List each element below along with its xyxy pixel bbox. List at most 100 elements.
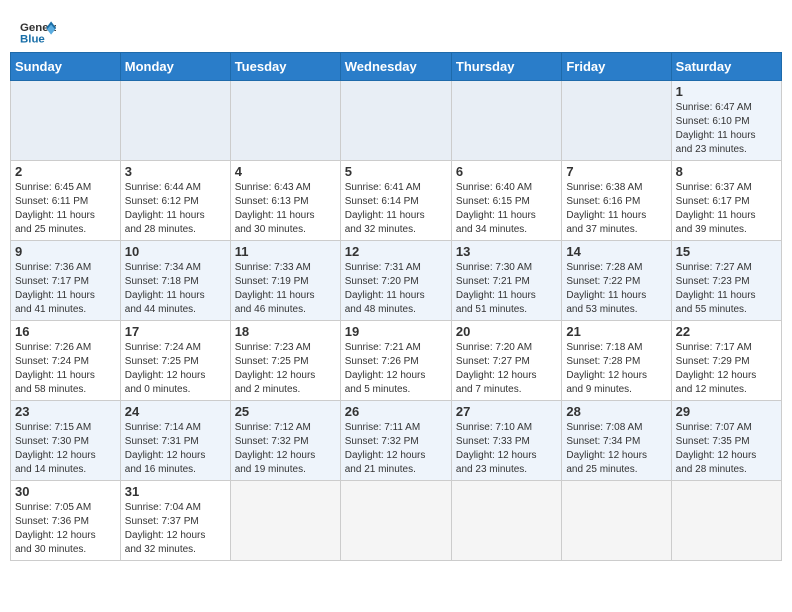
calendar-cell: 13 Sunrise: 7:30 AM Sunset: 7:21 PM Dayli… <box>451 241 561 321</box>
calendar-cell: 29Sunrise: 7:07 AM Sunset: 7:35 PM Dayli… <box>671 401 781 481</box>
calendar-cell: 3 Sunrise: 6:44 AM Sunset: 6:12 PM Daylig… <box>120 161 230 241</box>
day-number: 22 <box>676 324 777 339</box>
day-info: Sunrise: 7:04 AM Sunset: 7:37 PM Dayligh… <box>125 501 226 557</box>
day-info: Sunrise: 7:23 AM Sunset: 7:25 PM Dayligh… <box>235 341 336 397</box>
calendar-cell: 18 Sunrise: 7:23 AM Sunset: 7:25 PM Dayli… <box>230 321 340 401</box>
day-info: Sunrise: 7:21 AM Sunset: 7:26 PM Dayligh… <box>345 341 447 397</box>
calendar-cell <box>120 81 230 161</box>
day-info: Sunrise: 6:45 AM Sunset: 6:11 PM Dayligh… <box>15 181 116 237</box>
day-number: 6 <box>456 164 557 179</box>
day-info: Sunrise: 6:41 AM Sunset: 6:14 PM Dayligh… <box>345 181 447 237</box>
calendar-header-row: SundayMondayTuesdayWednesdayThursdayFrid… <box>11 53 782 81</box>
calendar-cell: 1Sunrise: 6:47 AM Sunset: 6:10 PM Daylig… <box>671 81 781 161</box>
day-info: Sunrise: 7:27 AM Sunset: 7:23 PM Dayligh… <box>676 261 777 317</box>
calendar-cell <box>11 81 121 161</box>
logo-icon: General Blue <box>20 18 56 46</box>
calendar-cell: 23Sunrise: 7:15 AM Sunset: 7:30 PM Dayli… <box>11 401 121 481</box>
day-info: Sunrise: 7:17 AM Sunset: 7:29 PM Dayligh… <box>676 341 777 397</box>
day-number: 29 <box>676 404 777 419</box>
calendar-cell: 26 Sunrise: 7:11 AM Sunset: 7:32 PM Dayli… <box>340 401 451 481</box>
calendar-week-row: 1Sunrise: 6:47 AM Sunset: 6:10 PM Daylig… <box>11 81 782 161</box>
day-number: 12 <box>345 244 447 259</box>
calendar-cell: 12 Sunrise: 7:31 AM Sunset: 7:20 PM Dayli… <box>340 241 451 321</box>
calendar-cell: 22 Sunrise: 7:17 AM Sunset: 7:29 PM Dayli… <box>671 321 781 401</box>
calendar-cell: 2 Sunrise: 6:45 AM Sunset: 6:11 PM Daylig… <box>11 161 121 241</box>
day-info: Sunrise: 6:38 AM Sunset: 6:16 PM Dayligh… <box>566 181 666 237</box>
day-info: Sunrise: 7:34 AM Sunset: 7:18 PM Dayligh… <box>125 261 226 317</box>
day-number: 11 <box>235 244 336 259</box>
calendar-cell: 28 Sunrise: 7:08 AM Sunset: 7:34 PM Dayli… <box>562 401 671 481</box>
calendar-cell <box>340 81 451 161</box>
calendar-cell: 15 Sunrise: 7:27 AM Sunset: 7:23 PM Dayli… <box>671 241 781 321</box>
day-info: Sunrise: 7:18 AM Sunset: 7:28 PM Dayligh… <box>566 341 666 397</box>
weekday-header-saturday: Saturday <box>671 53 781 81</box>
day-number: 16 <box>15 324 116 339</box>
svg-text:Blue: Blue <box>20 34 45 46</box>
weekday-header-friday: Friday <box>562 53 671 81</box>
day-info: Sunrise: 6:43 AM Sunset: 6:13 PM Dayligh… <box>235 181 336 237</box>
day-number: 21 <box>566 324 666 339</box>
day-info: Sunrise: 7:31 AM Sunset: 7:20 PM Dayligh… <box>345 261 447 317</box>
day-number: 28 <box>566 404 666 419</box>
day-info: Sunrise: 7:14 AM Sunset: 7:31 PM Dayligh… <box>125 421 226 477</box>
calendar-cell: 4Sunrise: 6:43 AM Sunset: 6:13 PM Daylig… <box>230 161 340 241</box>
calendar-cell: 9 Sunrise: 7:36 AM Sunset: 7:17 PM Daylig… <box>11 241 121 321</box>
day-number: 20 <box>456 324 557 339</box>
day-number: 2 <box>15 164 116 179</box>
calendar-cell <box>451 81 561 161</box>
day-number: 31 <box>125 484 226 499</box>
day-info: Sunrise: 7:10 AM Sunset: 7:33 PM Dayligh… <box>456 421 557 477</box>
calendar-cell <box>340 481 451 561</box>
day-info: Sunrise: 7:08 AM Sunset: 7:34 PM Dayligh… <box>566 421 666 477</box>
calendar-week-row: 9 Sunrise: 7:36 AM Sunset: 7:17 PM Daylig… <box>11 241 782 321</box>
day-info: Sunrise: 7:33 AM Sunset: 7:19 PM Dayligh… <box>235 261 336 317</box>
day-number: 3 <box>125 164 226 179</box>
day-number: 8 <box>676 164 777 179</box>
day-info: Sunrise: 7:24 AM Sunset: 7:25 PM Dayligh… <box>125 341 226 397</box>
calendar-cell: 14Sunrise: 7:28 AM Sunset: 7:22 PM Dayli… <box>562 241 671 321</box>
calendar-cell: 20Sunrise: 7:20 AM Sunset: 7:27 PM Dayli… <box>451 321 561 401</box>
day-info: Sunrise: 6:47 AM Sunset: 6:10 PM Dayligh… <box>676 101 777 157</box>
day-info: Sunrise: 6:44 AM Sunset: 6:12 PM Dayligh… <box>125 181 226 237</box>
weekday-header-wednesday: Wednesday <box>340 53 451 81</box>
day-info: Sunrise: 7:28 AM Sunset: 7:22 PM Dayligh… <box>566 261 666 317</box>
calendar-week-row: 23Sunrise: 7:15 AM Sunset: 7:30 PM Dayli… <box>11 401 782 481</box>
calendar-cell: 19 Sunrise: 7:21 AM Sunset: 7:26 PM Dayli… <box>340 321 451 401</box>
day-info: Sunrise: 7:30 AM Sunset: 7:21 PM Dayligh… <box>456 261 557 317</box>
day-info: Sunrise: 7:11 AM Sunset: 7:32 PM Dayligh… <box>345 421 447 477</box>
calendar-cell: 10Sunrise: 7:34 AM Sunset: 7:18 PM Dayli… <box>120 241 230 321</box>
calendar-cell: 6Sunrise: 6:40 AM Sunset: 6:15 PM Daylig… <box>451 161 561 241</box>
calendar-cell <box>671 481 781 561</box>
day-number: 30 <box>15 484 116 499</box>
calendar-cell <box>230 81 340 161</box>
calendar-cell <box>562 481 671 561</box>
day-info: Sunrise: 7:12 AM Sunset: 7:32 PM Dayligh… <box>235 421 336 477</box>
day-number: 13 <box>456 244 557 259</box>
calendar-cell: 21 Sunrise: 7:18 AM Sunset: 7:28 PM Dayli… <box>562 321 671 401</box>
calendar-cell: 7 Sunrise: 6:38 AM Sunset: 6:16 PM Daylig… <box>562 161 671 241</box>
calendar-table: SundayMondayTuesdayWednesdayThursdayFrid… <box>10 52 782 561</box>
day-number: 26 <box>345 404 447 419</box>
day-number: 25 <box>235 404 336 419</box>
calendar-cell: 25 Sunrise: 7:12 AM Sunset: 7:32 PM Dayli… <box>230 401 340 481</box>
day-number: 7 <box>566 164 666 179</box>
calendar-cell: 24 Sunrise: 7:14 AM Sunset: 7:31 PM Dayli… <box>120 401 230 481</box>
calendar-cell: 30Sunrise: 7:05 AM Sunset: 7:36 PM Dayli… <box>11 481 121 561</box>
day-number: 17 <box>125 324 226 339</box>
page-header: General Blue <box>10 10 782 52</box>
day-number: 15 <box>676 244 777 259</box>
calendar-cell <box>230 481 340 561</box>
day-info: Sunrise: 7:36 AM Sunset: 7:17 PM Dayligh… <box>15 261 116 317</box>
day-number: 19 <box>345 324 447 339</box>
day-info: Sunrise: 6:37 AM Sunset: 6:17 PM Dayligh… <box>676 181 777 237</box>
day-number: 24 <box>125 404 226 419</box>
weekday-header-monday: Monday <box>120 53 230 81</box>
day-number: 27 <box>456 404 557 419</box>
calendar-cell: 17 Sunrise: 7:24 AM Sunset: 7:25 PM Dayli… <box>120 321 230 401</box>
day-number: 9 <box>15 244 116 259</box>
calendar-cell <box>562 81 671 161</box>
calendar-cell: 8 Sunrise: 6:37 AM Sunset: 6:17 PM Daylig… <box>671 161 781 241</box>
weekday-header-tuesday: Tuesday <box>230 53 340 81</box>
day-number: 18 <box>235 324 336 339</box>
calendar-cell: 27 Sunrise: 7:10 AM Sunset: 7:33 PM Dayli… <box>451 401 561 481</box>
